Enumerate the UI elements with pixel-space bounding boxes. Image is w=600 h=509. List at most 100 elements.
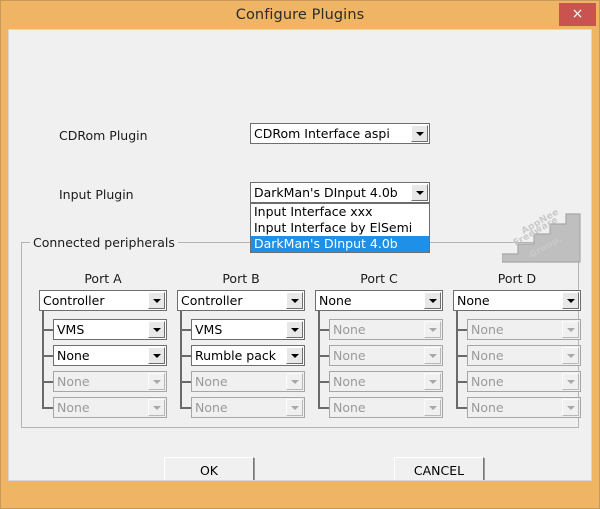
port-c-slot-2-combobox: None bbox=[329, 345, 443, 366]
port-a-slot-4-combobox-value: None bbox=[57, 400, 90, 415]
port-d-device-combobox-value: None bbox=[457, 293, 490, 308]
chevron-down-icon bbox=[148, 399, 165, 416]
port-a-slot-3-combobox-value: None bbox=[57, 374, 90, 389]
chevron-down-icon bbox=[562, 373, 579, 390]
chevron-down-icon[interactable] bbox=[562, 292, 579, 309]
chevron-down-icon bbox=[562, 347, 579, 364]
port-a-slot-2-combobox-value: None bbox=[57, 348, 90, 363]
port-c-slot-4-combobox: None bbox=[329, 397, 443, 418]
port-d-tree-branch bbox=[456, 329, 467, 331]
port-b-device-combobox-value: Controller bbox=[181, 293, 243, 308]
chevron-down-icon[interactable] bbox=[411, 125, 428, 142]
chevron-down-icon[interactable] bbox=[424, 292, 441, 309]
chevron-down-icon[interactable] bbox=[286, 321, 303, 338]
chevron-down-icon bbox=[286, 373, 303, 390]
port-d-slot-3-combobox-value: None bbox=[471, 374, 504, 389]
port-c-slot-3-combobox: None bbox=[329, 371, 443, 392]
port-b-slot-4-combobox: None bbox=[191, 397, 305, 418]
chevron-down-icon[interactable] bbox=[148, 347, 165, 364]
port-b-device-combobox[interactable]: Controller bbox=[177, 290, 305, 311]
port-c-title: Port C bbox=[360, 271, 398, 286]
input-plugin-dropdown-list[interactable]: Input Interface xxx Input Interface by E… bbox=[250, 203, 430, 253]
dropdown-option-selected[interactable]: DarkMan's DInput 4.0b bbox=[251, 236, 429, 252]
port-b-title: Port B bbox=[222, 271, 260, 286]
port-b-tree-branch bbox=[180, 355, 191, 357]
port-d-slot-4-combobox-value: None bbox=[471, 400, 504, 415]
chevron-down-icon[interactable] bbox=[411, 184, 428, 201]
chevron-down-icon bbox=[562, 399, 579, 416]
port-a-slot-1-combobox-value: VMS bbox=[57, 322, 85, 337]
port-d-slot-1-combobox-value: None bbox=[471, 322, 504, 337]
port-b-tree-branch bbox=[180, 381, 191, 383]
port-c-slot-2-combobox-value: None bbox=[333, 348, 366, 363]
port-a-tree-branch bbox=[42, 355, 53, 357]
port-a-device-combobox-value: Controller bbox=[43, 293, 105, 308]
port-c-slot-1-combobox-value: None bbox=[333, 322, 366, 337]
input-plugin-value: DarkMan's DInput 4.0b bbox=[254, 185, 398, 200]
chevron-down-icon[interactable] bbox=[148, 292, 165, 309]
port-c-device-combobox[interactable]: None bbox=[315, 290, 443, 311]
port-a-slot-4-combobox: None bbox=[53, 397, 167, 418]
port-a-slot-1-combobox[interactable]: VMS bbox=[53, 319, 167, 340]
port-d-slot-3-combobox: None bbox=[467, 371, 581, 392]
port-a-tree-trunk bbox=[42, 311, 44, 407]
port-a-slot-2-combobox[interactable]: None bbox=[53, 345, 167, 366]
port-d-tree-branch bbox=[456, 355, 467, 357]
port-c-tree-branch bbox=[318, 407, 329, 409]
port-d-slot-1-combobox: None bbox=[467, 319, 581, 340]
port-c-tree-branch bbox=[318, 381, 329, 383]
input-plugin-label: Input Plugin bbox=[59, 187, 134, 202]
dropdown-option[interactable]: Input Interface xxx bbox=[251, 204, 429, 220]
cdrom-plugin-label: CDRom Plugin bbox=[59, 128, 148, 143]
input-plugin-combobox[interactable]: DarkMan's DInput 4.0b bbox=[250, 182, 430, 203]
port-c-tree-branch bbox=[318, 329, 329, 331]
port-d-device-combobox[interactable]: None bbox=[453, 290, 581, 311]
window-title: Configure Plugins bbox=[235, 7, 365, 23]
port-b-tree-branch bbox=[180, 407, 191, 409]
port-b-slot-1-combobox[interactable]: VMS bbox=[191, 319, 305, 340]
configure-plugins-window: Configure Plugins × CDRom Plugin CDRom I… bbox=[0, 0, 600, 509]
port-b-tree-trunk bbox=[180, 311, 182, 407]
close-icon[interactable]: × bbox=[559, 3, 596, 26]
watermark-line-1: AppNee bbox=[520, 207, 561, 237]
port-b-slot-2-combobox[interactable]: Rumble pack bbox=[191, 345, 305, 366]
ok-button[interactable]: OK bbox=[164, 457, 254, 480]
connected-peripherals-groupbox: Connected peripherals Port A Controller VM… bbox=[21, 235, 581, 428]
title-bar: Configure Plugins × bbox=[1, 1, 599, 29]
port-d-tree-branch bbox=[456, 381, 467, 383]
port-d-slot-2-combobox-value: None bbox=[471, 348, 504, 363]
port-b-slot-1-combobox-value: VMS bbox=[195, 322, 223, 337]
cdrom-plugin-value: CDRom Interface aspi bbox=[254, 126, 390, 141]
port-b-slot-3-combobox-value: None bbox=[195, 374, 228, 389]
port-c-slot-4-combobox-value: None bbox=[333, 400, 366, 415]
cancel-button[interactable]: CANCEL bbox=[394, 457, 484, 480]
chevron-down-icon[interactable] bbox=[286, 347, 303, 364]
port-a-title: Port A bbox=[84, 271, 122, 286]
chevron-down-icon[interactable] bbox=[286, 292, 303, 309]
connected-peripherals-label: Connected peripherals bbox=[30, 235, 178, 250]
port-c-device-combobox-value: None bbox=[319, 293, 352, 308]
port-b-slot-4-combobox-value: None bbox=[195, 400, 228, 415]
port-d-tree-branch bbox=[456, 407, 467, 409]
chevron-down-icon[interactable] bbox=[148, 321, 165, 338]
chevron-down-icon bbox=[424, 321, 441, 338]
chevron-down-icon bbox=[424, 373, 441, 390]
port-c-slot-3-combobox-value: None bbox=[333, 374, 366, 389]
port-d-slot-2-combobox: None bbox=[467, 345, 581, 366]
dialog-client-area: CDRom Plugin CDRom Interface aspi Input … bbox=[8, 29, 592, 481]
chevron-down-icon bbox=[562, 321, 579, 338]
chevron-down-icon bbox=[286, 399, 303, 416]
port-a-tree-branch bbox=[42, 407, 53, 409]
port-a-tree-branch bbox=[42, 381, 53, 383]
cdrom-plugin-combobox[interactable]: CDRom Interface aspi bbox=[250, 123, 430, 144]
port-b-slot-3-combobox: None bbox=[191, 371, 305, 392]
port-d-slot-4-combobox: None bbox=[467, 397, 581, 418]
port-a-device-combobox[interactable]: Controller bbox=[39, 290, 167, 311]
port-c-slot-1-combobox: None bbox=[329, 319, 443, 340]
dropdown-option[interactable]: Input Interface by ElSemi bbox=[251, 220, 429, 236]
chevron-down-icon bbox=[424, 399, 441, 416]
chevron-down-icon bbox=[148, 373, 165, 390]
port-c-tree-trunk bbox=[318, 311, 320, 407]
port-d-title: Port D bbox=[497, 271, 537, 286]
port-b-tree-branch bbox=[180, 329, 191, 331]
